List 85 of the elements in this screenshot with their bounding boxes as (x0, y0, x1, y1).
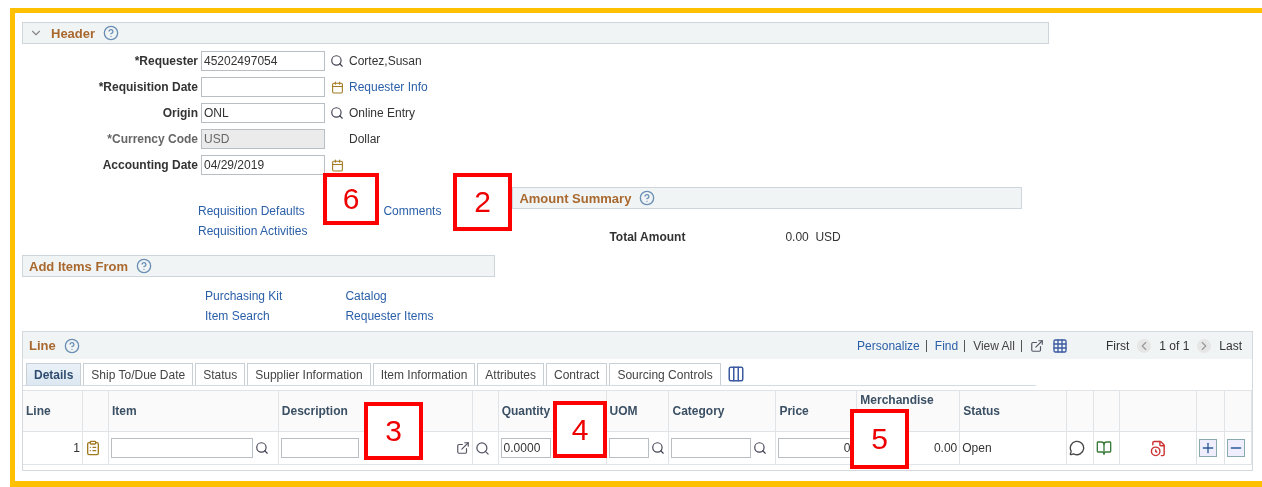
help-icon[interactable] (639, 190, 656, 206)
header-link[interactable]: Requisition Defaults (198, 204, 308, 218)
section-title: Header (51, 25, 96, 41)
search-icon[interactable] (753, 441, 768, 455)
tab[interactable]: Attributes (477, 363, 545, 385)
merchandise-amount: 0.00 (933, 441, 958, 455)
last-link[interactable]: Last (1219, 338, 1242, 353)
uom-field[interactable] (608, 438, 649, 458)
calendar-icon[interactable] (330, 158, 344, 172)
section-header[interactable]: Header (22, 22, 1049, 44)
total-label: Total Amount (609, 230, 686, 244)
category-field[interactable] (671, 438, 752, 458)
field-label: *Requisition Date (97, 80, 199, 94)
new-window-icon[interactable] (1029, 338, 1044, 353)
callout-number: 2 (453, 173, 512, 231)
add-row-icon[interactable] (1199, 439, 1218, 457)
callout-number: 3 (364, 402, 423, 460)
search-icon[interactable] (330, 106, 344, 120)
comment-icon[interactable] (1069, 440, 1086, 456)
field-label: *Requester (133, 54, 199, 68)
previous-icon[interactable] (1137, 338, 1152, 353)
add-items-link[interactable]: Requester Items (345, 309, 434, 323)
input-field[interactable]: ONL (201, 103, 325, 123)
callout-number: 5 (850, 409, 909, 469)
quantity-field[interactable]: 0.0000 (500, 438, 551, 458)
page-count: 1 of 1 (1159, 338, 1190, 353)
header-link[interactable]: Comments (383, 204, 442, 218)
status-value: Open (962, 441, 992, 455)
input-field[interactable] (201, 77, 325, 97)
field-label: Origin (161, 106, 199, 120)
tab[interactable]: Supplier Information (247, 363, 371, 385)
line-number: 1 (73, 441, 80, 455)
field-note: Online Entry (349, 106, 416, 120)
first-link[interactable]: First (1105, 338, 1130, 353)
add-items-link[interactable]: Item Search (205, 309, 283, 323)
toolbar-link[interactable]: Personalize (857, 339, 927, 352)
history-icon[interactable] (1149, 439, 1167, 457)
item-field[interactable] (110, 438, 253, 458)
book-icon[interactable] (1096, 440, 1113, 456)
header-link[interactable]: Requisition Activities (198, 224, 308, 238)
column-header: Description (281, 404, 348, 418)
toolbar-link[interactable]: View All (973, 339, 1022, 352)
delete-row-icon[interactable] (1227, 439, 1246, 457)
section-title: Add Items From (29, 258, 128, 274)
callout-number: 6 (323, 173, 379, 225)
calendar-icon[interactable] (330, 80, 344, 94)
item-lookup-icon[interactable] (474, 440, 490, 456)
field-label: Accounting Date (101, 158, 199, 172)
tab[interactable]: Ship To/Due Date (83, 363, 194, 385)
column-header: Quantity (501, 404, 551, 418)
tab[interactable]: Contract (546, 363, 608, 385)
tab[interactable]: Sourcing Controls (609, 363, 721, 385)
search-icon[interactable] (330, 54, 344, 68)
tab[interactable]: Status (195, 363, 246, 385)
column-header: Line (26, 404, 51, 418)
next-icon[interactable] (1197, 338, 1212, 353)
show-all-columns-icon[interactable] (726, 365, 745, 383)
field-label: *Currency Code (106, 132, 199, 146)
expand-icon[interactable] (455, 441, 470, 455)
column-header: UOM (609, 404, 638, 418)
search-icon[interactable] (650, 441, 665, 455)
add-items-link[interactable]: Purchasing Kit (205, 289, 283, 303)
description-field[interactable] (280, 438, 359, 458)
input-field[interactable]: 45202497054 (201, 51, 325, 71)
total-value: 0.00 USD (785, 230, 841, 244)
toolbar-link[interactable]: Find (934, 339, 966, 352)
help-icon[interactable] (103, 25, 120, 41)
section-title: Line (29, 338, 56, 353)
section-title: Amount Summary (519, 190, 632, 206)
help-icon[interactable] (63, 337, 80, 354)
tab[interactable]: Details (26, 363, 82, 385)
field-note: Dollar (349, 132, 381, 146)
field-note: Cortez,Susan (349, 54, 422, 68)
tab[interactable]: Item Information (372, 363, 476, 385)
add-items-link[interactable]: Catalog (345, 289, 434, 303)
column-header: Merchandise (860, 393, 934, 407)
input-field[interactable]: 04/29/2019 (201, 155, 325, 175)
column-header: Status (963, 404, 1000, 418)
search-icon[interactable] (254, 441, 269, 455)
column-header: Item (111, 404, 137, 418)
column-header: Price (779, 404, 809, 418)
help-icon[interactable] (135, 258, 152, 274)
callout-number: 4 (553, 401, 607, 458)
column-header: Category (672, 404, 725, 418)
requester-info-link[interactable]: Requester Info (349, 80, 428, 94)
